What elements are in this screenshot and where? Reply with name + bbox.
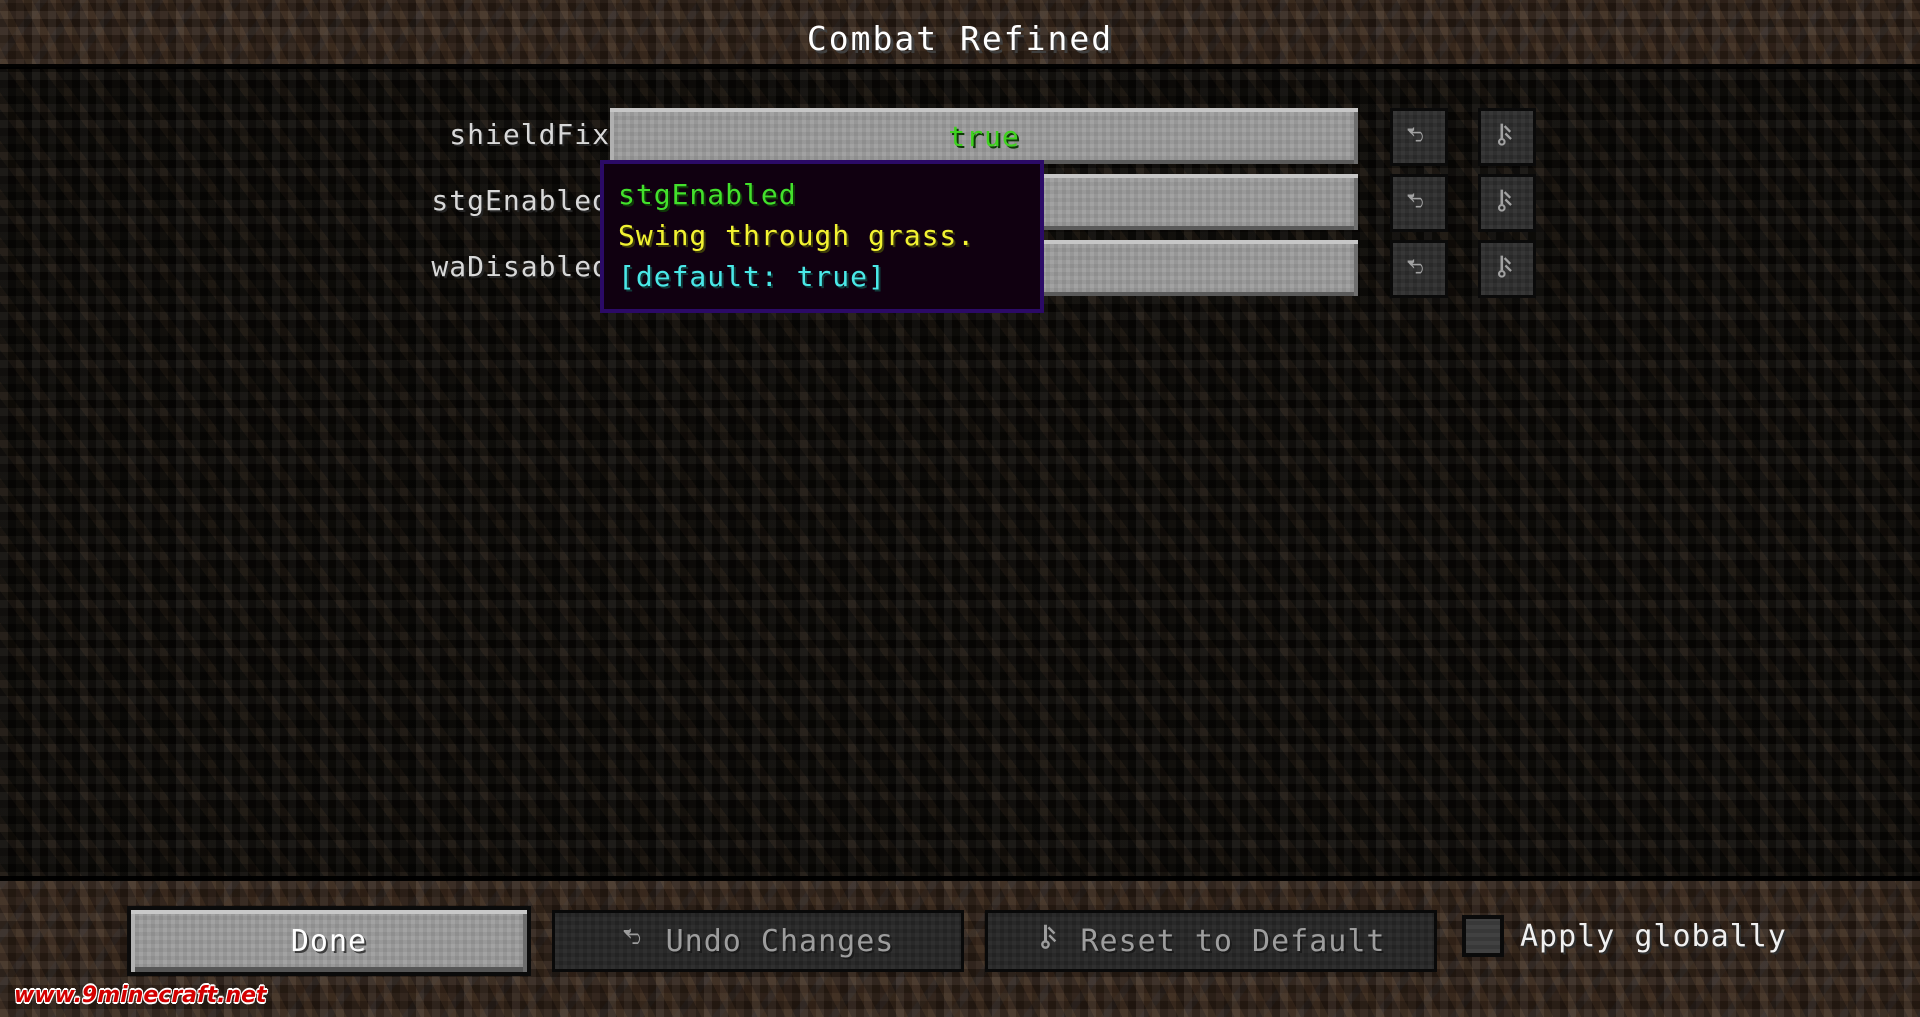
undo-changes-button[interactable]: Undo Changes (552, 910, 964, 972)
row-undo-button[interactable] (1390, 108, 1448, 166)
config-value-button[interactable]: true (610, 108, 1358, 164)
reset-to-default-button[interactable]: Reset to Default (985, 910, 1437, 972)
config-value-text: true (948, 119, 1020, 153)
config-row-label: waDisabled (431, 250, 610, 283)
undo-arrow-icon (1406, 254, 1432, 284)
row-reset-button[interactable] (1478, 174, 1536, 232)
config-row-label: shieldFix (449, 118, 610, 151)
reset-to-default-icon (1494, 188, 1520, 218)
reset-to-default-icon (1037, 923, 1065, 959)
config-row-label: stgEnabled (431, 184, 610, 217)
tooltip-title: stgEnabled (618, 178, 797, 211)
done-button-label: Done (290, 923, 368, 959)
config-tooltip: stgEnabled Swing through grass. [default… (600, 160, 1044, 313)
footer-separator (0, 876, 1920, 881)
undo-arrow-icon (622, 923, 650, 959)
tooltip-description: Swing through grass. (618, 219, 976, 252)
done-button[interactable]: Done (131, 910, 527, 972)
header-separator (0, 64, 1920, 69)
page-title: Combat Refined (806, 19, 1114, 58)
undo-arrow-icon (1406, 122, 1432, 152)
reset-to-default-icon (1494, 254, 1520, 284)
site-watermark: www.9minecraft.net (14, 983, 267, 1008)
minecraft-config-screen: Combat Refined shieldFix true stgEnabled… (0, 0, 1920, 1017)
row-undo-button[interactable] (1390, 174, 1448, 232)
config-row: shieldFix true (0, 108, 1920, 166)
row-reset-button[interactable] (1478, 240, 1536, 298)
tooltip-default-value: [default: true] (618, 260, 886, 293)
row-reset-button[interactable] (1478, 108, 1536, 166)
undo-changes-label: Undo Changes (665, 923, 895, 959)
apply-globally-checkbox[interactable] (1462, 915, 1504, 957)
apply-globally-label: Apply globally (1520, 918, 1787, 954)
undo-arrow-icon (1406, 188, 1432, 218)
reset-to-default-label: Reset to Default (1080, 923, 1386, 959)
reset-to-default-icon (1494, 122, 1520, 152)
row-undo-button[interactable] (1390, 240, 1448, 298)
apply-globally-toggle[interactable]: Apply globally (1462, 915, 1787, 957)
